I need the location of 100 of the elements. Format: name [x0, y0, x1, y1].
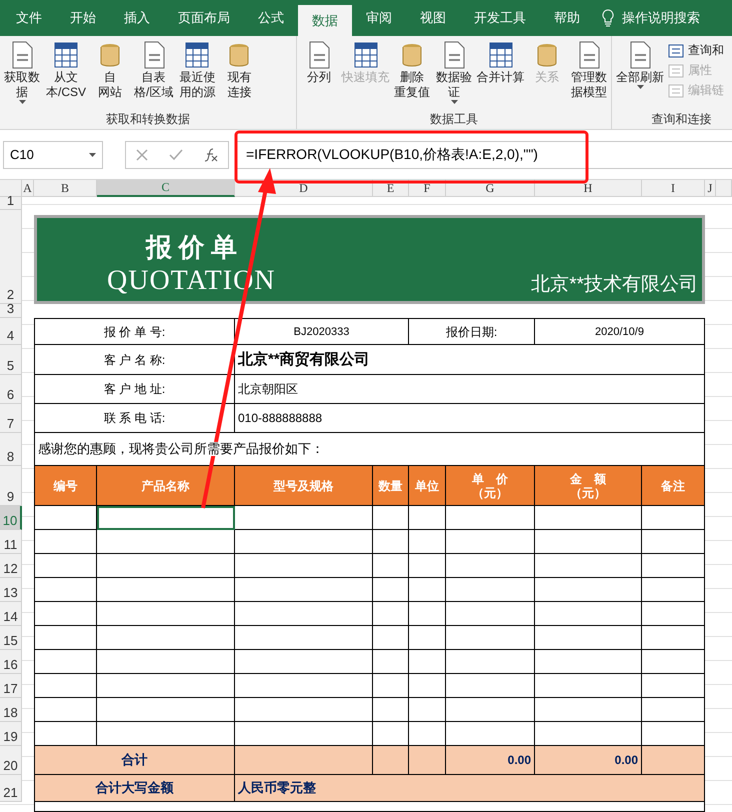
table-cell[interactable] [535, 602, 642, 626]
row-header[interactable]: 21 [0, 775, 22, 802]
ribbon-button[interactable]: 管理数 据模型 [569, 40, 609, 111]
name-box[interactable]: C10 [3, 140, 103, 168]
table-cell[interactable] [409, 578, 446, 602]
table-cell[interactable] [34, 626, 97, 650]
search-label[interactable]: 操作说明搜索 [622, 9, 700, 27]
table-cell[interactable] [446, 506, 535, 530]
table-cell[interactable] [235, 626, 373, 650]
table-cell[interactable] [235, 602, 373, 626]
column-header[interactable]: J [705, 180, 716, 197]
ribbon-tab[interactable]: 开发工具 [460, 0, 540, 36]
table-cell[interactable] [34, 578, 97, 602]
table-cell[interactable] [373, 530, 409, 554]
table-cell[interactable] [97, 602, 235, 626]
table-cell[interactable] [34, 722, 97, 746]
table-cell[interactable] [373, 506, 409, 530]
table-cell[interactable] [642, 506, 705, 530]
ribbon-tab[interactable]: 帮助 [540, 0, 594, 36]
column-header[interactable]: C [97, 180, 235, 197]
table-cell[interactable] [235, 578, 373, 602]
row-header[interactable]: 17 [0, 674, 22, 698]
table-cell[interactable] [235, 698, 373, 722]
column-header[interactable]: I [642, 180, 705, 197]
table-cell[interactable] [373, 674, 409, 698]
selected-cell[interactable] [97, 506, 235, 530]
table-cell[interactable] [34, 554, 97, 578]
table-cell[interactable] [235, 722, 373, 746]
table-cell[interactable] [535, 530, 642, 554]
table-cell[interactable] [535, 650, 642, 674]
table-cell[interactable] [97, 530, 235, 554]
table-cell[interactable] [97, 722, 235, 746]
table-cell[interactable] [97, 626, 235, 650]
table-cell[interactable] [97, 554, 235, 578]
table-cell[interactable] [642, 650, 705, 674]
table-cell[interactable] [97, 698, 235, 722]
table-cell[interactable] [409, 674, 446, 698]
table-cell[interactable] [373, 602, 409, 626]
table-cell[interactable] [642, 626, 705, 650]
table-cell[interactable] [409, 626, 446, 650]
table-cell[interactable] [409, 506, 446, 530]
table-cell[interactable] [373, 722, 409, 746]
table-cell[interactable] [409, 698, 446, 722]
ribbon-button[interactable]: 现有 连接 [219, 40, 260, 111]
table-cell[interactable] [446, 602, 535, 626]
table-cell[interactable] [373, 554, 409, 578]
table-cell[interactable] [34, 506, 97, 530]
ribbon-tab[interactable]: 页面布局 [164, 0, 244, 36]
table-cell[interactable] [535, 578, 642, 602]
column-header[interactable]: B [34, 180, 97, 197]
table-cell[interactable] [535, 506, 642, 530]
table-cell[interactable] [34, 602, 97, 626]
table-cell[interactable] [97, 650, 235, 674]
table-cell[interactable] [373, 626, 409, 650]
table-cell[interactable] [34, 530, 97, 554]
table-cell[interactable] [446, 722, 535, 746]
row-header[interactable]: 12 [0, 554, 22, 578]
row-header[interactable]: 4 [0, 318, 22, 345]
table-cell[interactable] [535, 626, 642, 650]
ribbon-tab[interactable]: 数据 [298, 5, 352, 36]
table-cell[interactable] [34, 674, 97, 698]
ribbon-button[interactable]: 获取数 据 [2, 40, 42, 111]
table-cell[interactable] [642, 530, 705, 554]
function-icon[interactable] [204, 148, 218, 162]
formula-field[interactable]: =IFERROR(VLOOKUP(B10,价格表!A:E,2,0),"") [235, 140, 732, 168]
ribbon-button[interactable]: 最近使 用的源 [177, 40, 218, 111]
table-cell[interactable] [642, 722, 705, 746]
table-cell[interactable] [446, 578, 535, 602]
row-header[interactable]: 1 [0, 197, 22, 210]
table-cell[interactable] [373, 698, 409, 722]
ribbon-button[interactable]: 合并计算 [476, 40, 525, 111]
table-cell[interactable] [642, 602, 705, 626]
ribbon-button[interactable]: 数据验 证 [434, 40, 474, 111]
table-cell[interactable] [409, 554, 446, 578]
table-cell[interactable] [409, 602, 446, 626]
row-header[interactable]: 8 [0, 433, 22, 466]
ribbon-button[interactable]: 分列 [299, 40, 339, 111]
row-header[interactable]: 20 [0, 746, 22, 775]
check-icon[interactable] [168, 148, 183, 160]
row-header[interactable]: 14 [0, 602, 22, 626]
ribbon-button[interactable]: 自 网站 [90, 40, 130, 111]
table-cell[interactable] [446, 674, 535, 698]
table-cell[interactable] [97, 674, 235, 698]
ribbon-tab[interactable]: 文件 [2, 0, 56, 36]
table-cell[interactable] [446, 554, 535, 578]
ribbon-button[interactable]: 查询和 [668, 42, 724, 59]
table-cell[interactable] [34, 698, 97, 722]
table-cell[interactable] [235, 650, 373, 674]
row-header[interactable]: 6 [0, 375, 22, 404]
column-header[interactable]: H [535, 180, 642, 197]
ribbon-button[interactable]: 从文 本/CSV [44, 40, 88, 111]
table-cell[interactable] [373, 578, 409, 602]
row-header[interactable]: 18 [0, 698, 22, 722]
ribbon-tab[interactable]: 公式 [244, 0, 298, 36]
table-cell[interactable] [535, 698, 642, 722]
table-cell[interactable] [446, 626, 535, 650]
ribbon-button[interactable]: 删除 重复值 [392, 40, 432, 111]
table-cell[interactable] [235, 554, 373, 578]
ribbon-tab[interactable]: 插入 [110, 0, 164, 36]
ribbon-tab[interactable]: 审阅 [352, 0, 406, 36]
